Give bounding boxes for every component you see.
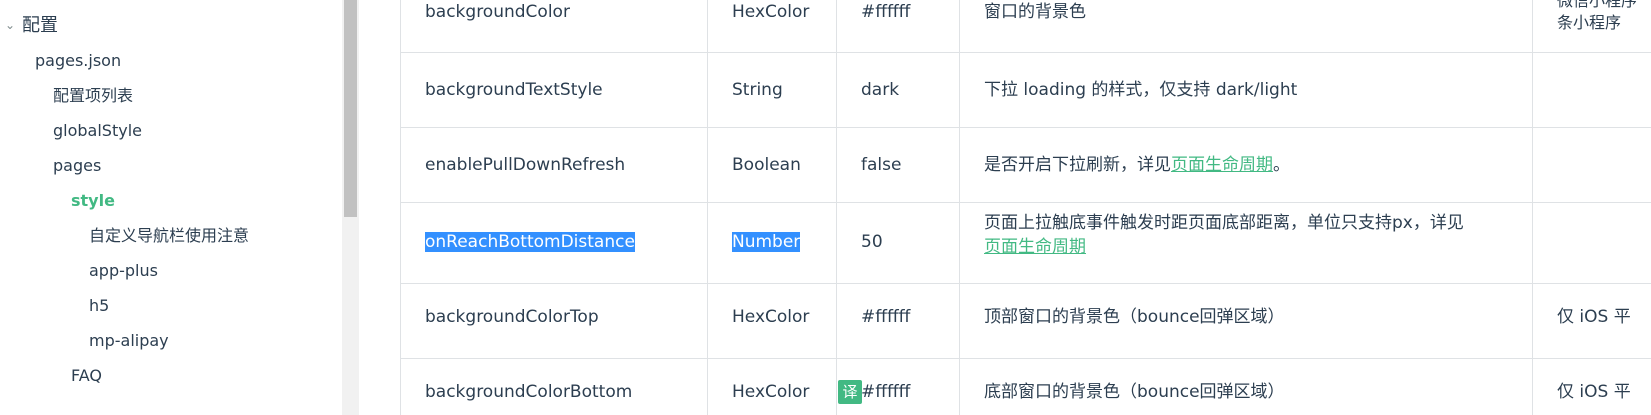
sidebar-item-config-list[interactable]: 配置项列表 [53,85,133,107]
sidebar-scrollbar-thumb[interactable] [344,0,357,217]
table-divider [400,202,1651,203]
lifecycle-link[interactable]: 页面生命周期 [1171,155,1273,175]
param-name: enablePullDownRefresh [425,155,626,175]
desc-text: 是否开启下拉刷新，详见 [984,155,1171,175]
desc-text: 。 [1273,155,1290,175]
param-name: backgroundColorBottom [425,382,633,402]
table-divider [400,127,1651,128]
param-type: Number [732,230,801,254]
table-divider [400,358,1651,359]
param-default: dark [861,80,900,100]
sidebar-item-app-plus[interactable]: app-plus [89,260,158,282]
selected-text: onReachBottomDistance [425,232,635,252]
table-border [707,0,708,415]
sidebar-item-faq[interactable]: FAQ [71,365,102,387]
param-platform: 条小程序 [1557,13,1622,32]
sidebar-item-mp-alipay[interactable]: mp-alipay [89,330,169,352]
lifecycle-link[interactable]: 页面生命周期 [984,235,1086,259]
config-table: backgroundColor HexColor #ffffff 窗口的背景色 … [400,0,1651,415]
param-platform: 仅 iOS 平 [1557,382,1631,402]
param-default: #ffffff [861,2,911,22]
param-type: HexColor [732,307,810,327]
selected-text: Number [732,232,801,252]
param-desc: 窗口的背景色 [984,2,1086,22]
param-type: String [732,80,783,100]
sidebar: ⌄ 配置 pages.json 配置项列表 globalStyle pages … [0,0,342,415]
translate-icon[interactable]: 译 [838,380,862,404]
sidebar-section-title[interactable]: 配置 [22,15,58,37]
param-name: backgroundTextStyle [425,80,603,100]
param-name: backgroundColor [425,2,570,22]
param-desc: 是否开启下拉刷新，详见页面生命周期。 [984,153,1290,177]
sidebar-item-h5[interactable]: h5 [89,295,109,317]
table-border [1532,0,1533,415]
sidebar-item-pages-json[interactable]: pages.json [35,50,121,72]
param-name: onReachBottomDistance [425,230,635,254]
param-platform: 微信小程序 [1557,0,1638,10]
sidebar-item-globalstyle[interactable]: globalStyle [53,120,142,142]
param-name: backgroundColorTop [425,307,599,327]
sidebar-item-pages[interactable]: pages [53,155,101,177]
table-divider [400,52,1651,53]
lifecycle-link-text[interactable]: 页面生命周期 [984,237,1086,257]
sidebar-item-custom-navbar[interactable]: 自定义导航栏使用注意 [89,225,249,247]
sidebar-item-style[interactable]: style [71,190,115,212]
param-type: HexColor [732,382,810,402]
param-default: 50 [861,232,883,252]
param-type: Boolean [732,155,801,175]
param-default: false [861,155,902,175]
table-border [400,0,401,415]
param-desc: 顶部窗口的背景色（bounce回弹区域） [984,307,1285,327]
table-border [836,0,837,415]
param-desc: 底部窗口的背景色（bounce回弹区域） [984,382,1285,402]
table-divider [400,283,1651,284]
param-default: #ffffff [861,382,911,402]
chevron-down-icon[interactable]: ⌄ [5,18,15,32]
table-border [959,0,960,415]
param-desc: 下拉 loading 的样式，仅支持 dark/light [984,80,1298,100]
param-type: HexColor [732,2,810,22]
param-desc: 页面上拉触底事件触发时距页面底部距离，单位只支持px，详见 [984,213,1464,233]
param-default: #ffffff [861,307,911,327]
param-platform: 仅 iOS 平 [1557,307,1631,327]
